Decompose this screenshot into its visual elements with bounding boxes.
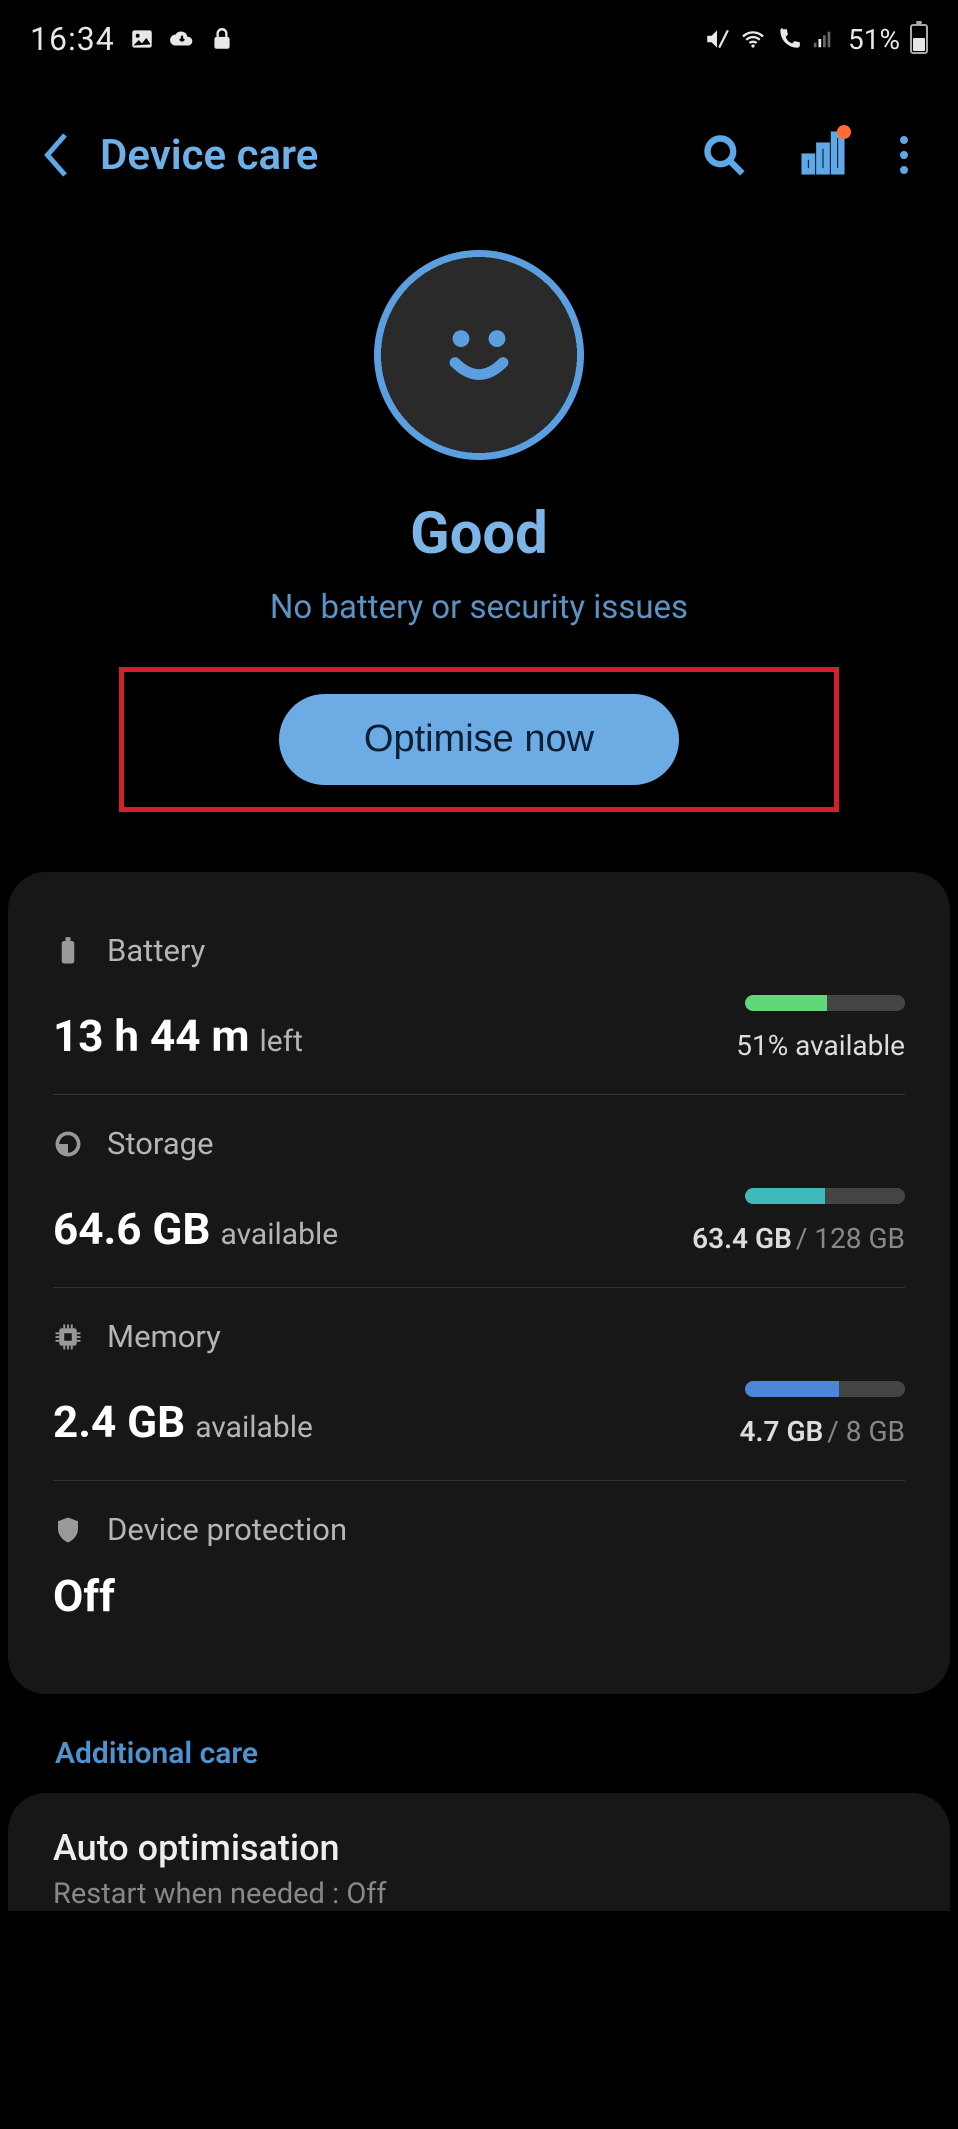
status-bar: 16:34 51% — [0, 0, 958, 70]
protection-value: Off — [53, 1570, 905, 1622]
battery-suffix: left — [260, 1024, 303, 1059]
memory-used: 4.7 GB — [740, 1415, 824, 1448]
storage-total: 128 GB — [814, 1222, 905, 1255]
app-header: Device care — [0, 70, 958, 210]
battery-bar — [745, 995, 905, 1011]
more-options-button[interactable] — [900, 136, 908, 174]
storage-label: Storage — [107, 1125, 214, 1162]
status-subtitle: No battery or security issues — [0, 588, 958, 627]
status-time: 16:34 — [30, 20, 115, 58]
search-icon[interactable] — [702, 133, 746, 177]
lock-icon — [209, 26, 235, 52]
memory-label: Memory — [107, 1318, 221, 1355]
storage-suffix: available — [220, 1217, 338, 1252]
protection-label: Device protection — [107, 1511, 347, 1548]
metrics-card: Battery 13 h 44 m left 51% available Sto… — [8, 872, 950, 1694]
storage-row[interactable]: Storage 64.6 GB available 63.4 GB / 128 … — [53, 1095, 905, 1288]
status-smiley-icon — [374, 250, 584, 460]
additional-care-card: Auto optimisation Restart when needed : … — [8, 1793, 950, 1911]
battery-row[interactable]: Battery 13 h 44 m left 51% available — [53, 902, 905, 1095]
device-protection-row[interactable]: Device protection Off — [53, 1481, 905, 1654]
battery-label: Battery — [107, 932, 205, 969]
back-button[interactable] — [40, 130, 70, 180]
cloud-download-icon — [169, 26, 195, 52]
optimise-now-button[interactable]: Optimise now — [279, 694, 679, 785]
notification-dot — [837, 125, 851, 139]
additional-care-heading: Additional care — [55, 1736, 958, 1771]
image-icon — [129, 26, 155, 52]
memory-bar — [745, 1381, 905, 1397]
memory-total: 8 GB — [846, 1415, 905, 1448]
highlight-box: Optimise now — [119, 667, 839, 812]
memory-row[interactable]: Memory 2.4 GB available 4.7 GB / 8 GB — [53, 1288, 905, 1481]
battery-icon — [910, 24, 928, 54]
battery-available: 51% available — [736, 1029, 905, 1062]
battery-row-icon — [53, 936, 83, 966]
storage-row-icon — [53, 1129, 83, 1159]
signal-icon — [812, 26, 834, 52]
battery-time: 13 h 44 m — [53, 1010, 250, 1062]
storage-used: 63.4 GB — [692, 1222, 792, 1255]
shield-icon — [53, 1515, 83, 1545]
auto-optimisation-subtitle: Restart when needed : Off — [53, 1877, 905, 1911]
data-usage-icon[interactable] — [801, 131, 845, 179]
status-text: Good — [0, 500, 958, 568]
memory-row-icon — [53, 1322, 83, 1352]
storage-value: 64.6 GB — [53, 1203, 211, 1255]
auto-optimisation-row[interactable]: Auto optimisation Restart when needed : … — [53, 1827, 905, 1911]
memory-value: 2.4 GB — [53, 1396, 185, 1448]
wifi-icon — [740, 26, 766, 52]
auto-optimisation-title: Auto optimisation — [53, 1827, 905, 1869]
call-wifi-icon — [776, 26, 802, 52]
device-status-hero: Good No battery or security issues Optim… — [0, 250, 958, 812]
storage-bar — [745, 1188, 905, 1204]
status-battery-percent: 51% — [848, 23, 900, 56]
memory-suffix: available — [195, 1410, 313, 1445]
page-title: Device care — [100, 131, 672, 180]
mute-icon — [704, 26, 730, 52]
